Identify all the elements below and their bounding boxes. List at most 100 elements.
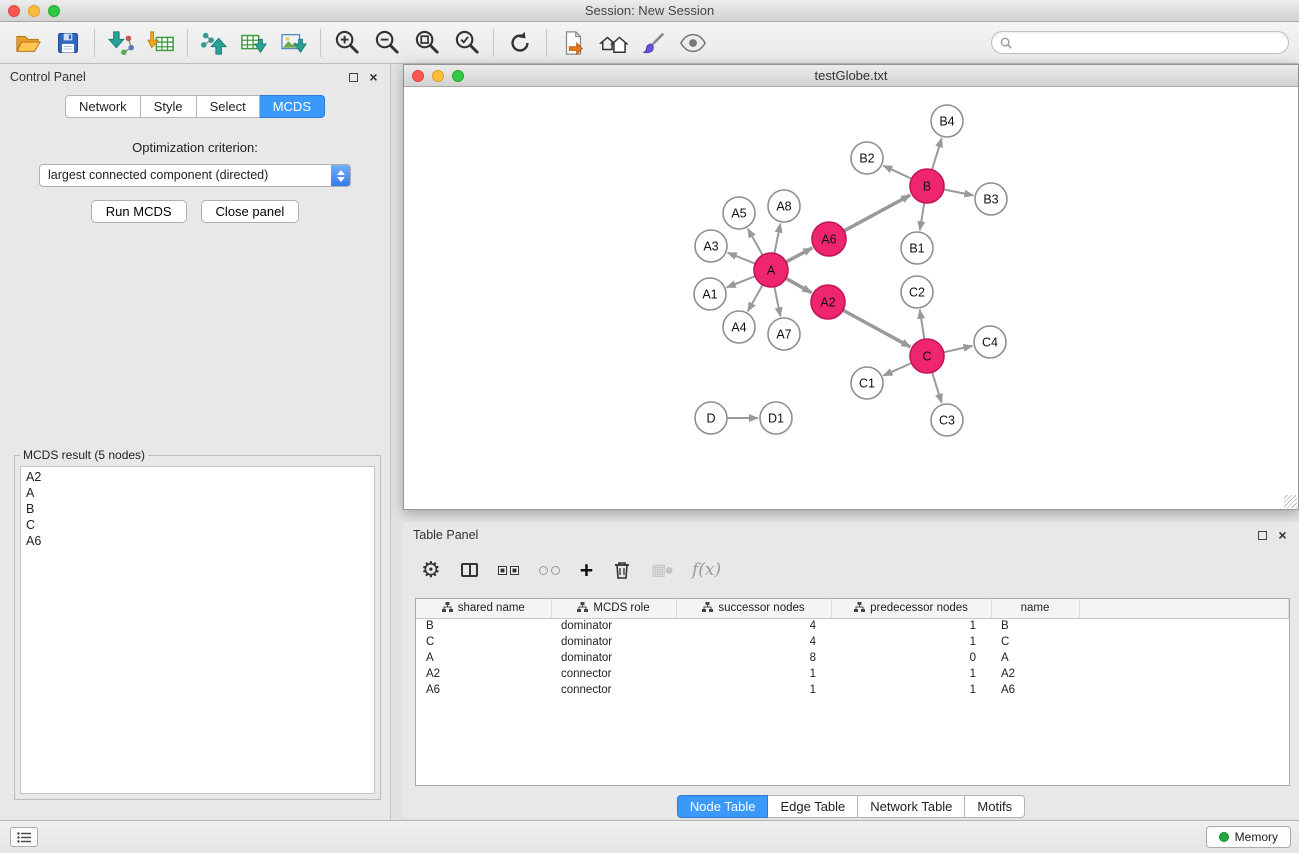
columns-icon [461,563,478,577]
node-B4[interactable]: B4 [931,105,963,137]
zoom-selected-button[interactable] [447,26,487,60]
tab-motifs[interactable]: Motifs [965,795,1025,818]
checked-box-icon [510,566,519,575]
tab-network-table[interactable]: Network Table [858,795,965,818]
table-settings-button[interactable]: ⚙ [421,559,441,581]
zoom-fit-button[interactable] [407,26,447,60]
table-row[interactable]: Cdominator41C [416,634,1289,650]
network-window-titlebar[interactable]: testGlobe.txt [404,65,1298,87]
import-network-button[interactable] [101,26,141,60]
mcds-result-list[interactable]: A2ABCA6 [20,466,375,794]
col-shared-name[interactable]: shared name [416,599,551,618]
node-B3[interactable]: B3 [975,183,1007,215]
result-item[interactable]: A6 [21,533,374,549]
delete-column-button[interactable] [613,560,631,580]
network-graph: A A6 A2 B C A5 A8 A3 A1 A4 A7 B2 B4 B3 B1 C2 C1 C4 C3 D D1 [404,87,1298,509]
zoom-out-button[interactable] [367,26,407,60]
run-mcds-button[interactable]: Run MCDS [91,200,187,223]
memory-label: Memory [1235,830,1278,844]
edge-A-A4 [748,285,763,311]
node-B2[interactable]: B2 [851,142,883,174]
search-input[interactable] [1017,36,1280,50]
export-network-icon [200,30,228,56]
node-D1[interactable]: D1 [760,402,792,434]
tab-style[interactable]: Style [141,95,197,118]
float-table-panel-button[interactable] [1256,529,1269,542]
minimize-window-button[interactable] [28,5,40,17]
edge-B-B2 [883,166,911,179]
paint-button[interactable] [633,26,673,60]
zoom-window-button[interactable] [48,5,60,17]
open-session-button[interactable] [8,26,48,60]
control-panel: Control Panel × Network Style Select MCD… [0,64,391,820]
resize-grip[interactable] [1284,495,1297,508]
task-history-button[interactable] [10,827,38,847]
node-A6[interactable]: A6 [812,222,846,256]
close-table-panel-button[interactable]: × [1276,529,1289,542]
svg-text:C4: C4 [982,336,998,350]
tab-node-table[interactable]: Node Table [677,795,769,818]
eye-button[interactable] [673,26,713,60]
function-builder-button[interactable]: f(x) [692,560,721,580]
col-successor-nodes[interactable]: successor nodes [676,599,831,618]
homes-button[interactable] [593,26,633,60]
close-window-button[interactable] [8,5,20,17]
select-columns-button[interactable] [461,563,478,577]
result-item[interactable]: C [21,517,374,533]
float-panel-button[interactable] [347,71,360,84]
table-row[interactable]: Bdominator41B [416,618,1289,634]
minimize-network-button[interactable] [432,70,444,82]
delete-table-button-disabled[interactable]: ▦● [651,560,672,580]
zoom-network-button[interactable] [452,70,464,82]
criterion-dropdown[interactable]: largest connected component (directed) [39,164,351,187]
export-table-button[interactable] [234,26,274,60]
node-A8[interactable]: A8 [768,190,800,222]
svg-text:A4: A4 [731,321,746,335]
node-A7[interactable]: A7 [768,318,800,350]
refresh-button[interactable] [500,26,540,60]
result-item[interactable]: B [21,501,374,517]
import-table-button[interactable] [141,26,181,60]
node-A5[interactable]: A5 [723,197,755,229]
search-field[interactable] [991,31,1289,54]
export-network-button[interactable] [194,26,234,60]
statusbar: Memory [0,820,1299,853]
node-A3[interactable]: A3 [695,230,727,262]
node-C1[interactable]: C1 [851,367,883,399]
network-canvas[interactable]: A A6 A2 B C A5 A8 A3 A1 A4 A7 B2 B4 B3 B1 C2 C1 C4 C3 D D1 [404,87,1298,509]
table-row[interactable]: A2connector11A2 [416,666,1289,682]
tab-edge-table[interactable]: Edge Table [768,795,858,818]
col-predecessor-nodes[interactable]: predecessor nodes [831,599,991,618]
tab-mcds[interactable]: MCDS [260,95,325,118]
node-B1[interactable]: B1 [901,232,933,264]
table-row[interactable]: A6connector11A6 [416,682,1289,698]
export-image-button[interactable] [274,26,314,60]
tab-select[interactable]: Select [197,95,260,118]
node-C3[interactable]: C3 [931,404,963,436]
document-arrow-button[interactable] [553,26,593,60]
node-A[interactable]: A [754,253,788,287]
select-all-rows-button[interactable] [498,566,519,575]
close-panel-icon-button[interactable]: × [367,71,380,84]
tab-network[interactable]: Network [65,95,141,118]
node-C[interactable]: C [910,339,944,373]
memory-button[interactable]: Memory [1206,826,1291,848]
node-C2[interactable]: C2 [901,276,933,308]
close-network-button[interactable] [412,70,424,82]
node-A1[interactable]: A1 [694,278,726,310]
node-B[interactable]: B [910,169,944,203]
add-column-button[interactable]: + [580,560,593,580]
node-A4[interactable]: A4 [723,311,755,343]
node-A2[interactable]: A2 [811,285,845,319]
table-row[interactable]: Adominator80A [416,650,1289,666]
node-D[interactable]: D [695,402,727,434]
deselect-all-rows-button[interactable] [539,566,560,575]
node-C4[interactable]: C4 [974,326,1006,358]
close-panel-button[interactable]: Close panel [201,200,300,223]
result-item[interactable]: A2 [21,469,374,485]
col-name[interactable]: name [991,599,1079,618]
save-session-button[interactable] [48,26,88,60]
col-mcds-role[interactable]: MCDS role [551,599,676,618]
result-item[interactable]: A [21,485,374,501]
zoom-in-button[interactable] [327,26,367,60]
